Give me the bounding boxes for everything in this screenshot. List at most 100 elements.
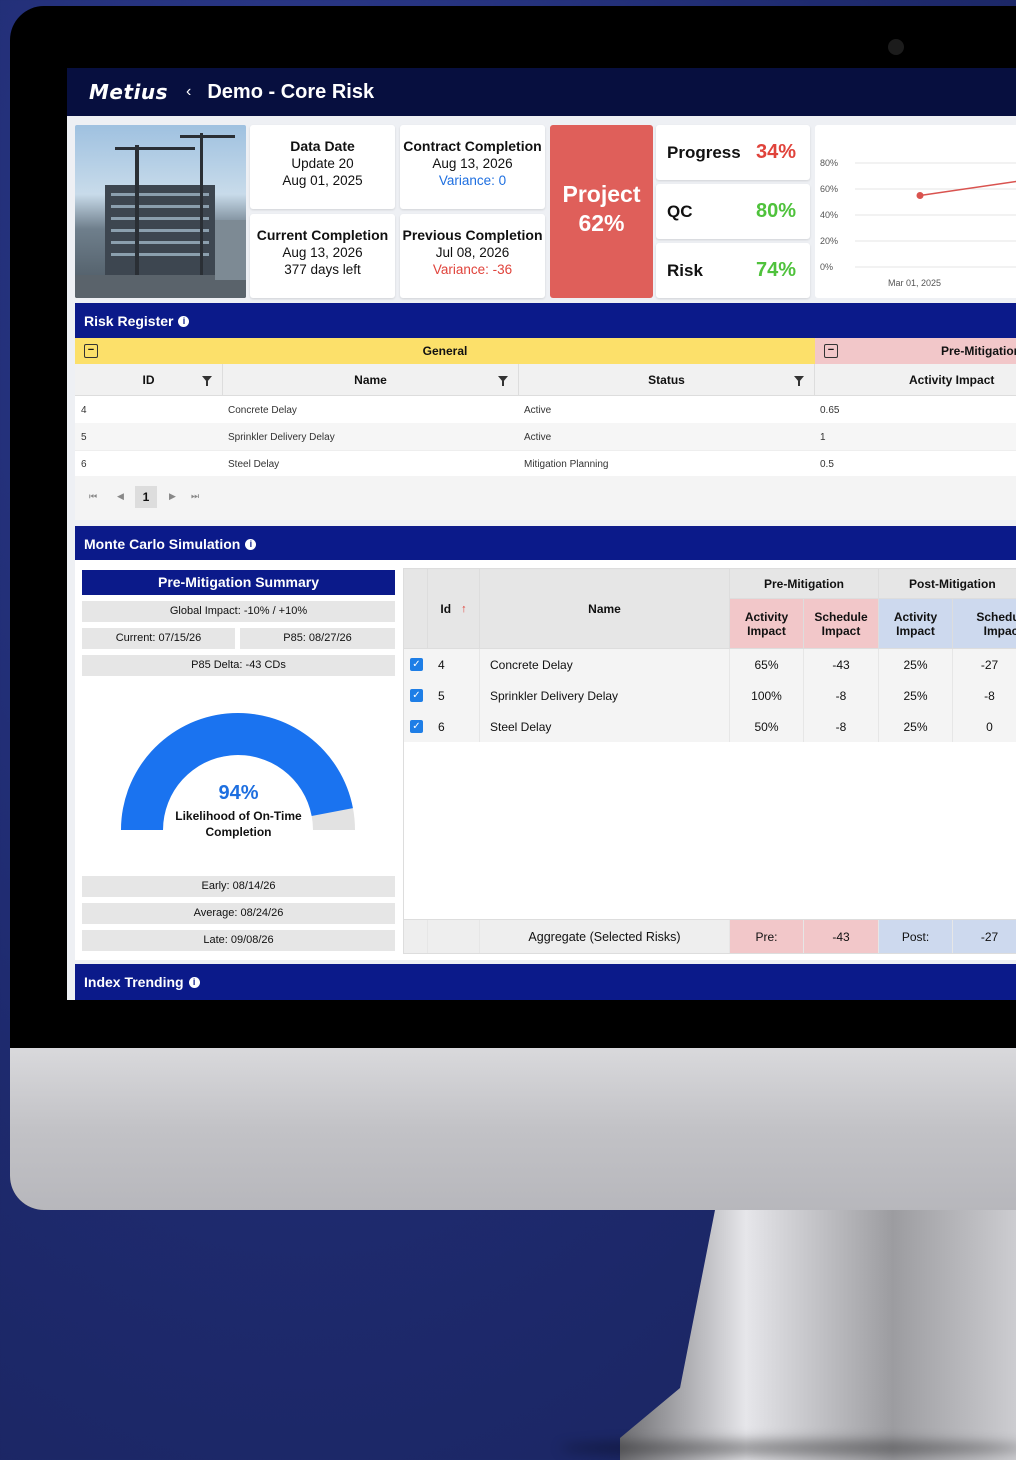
aggregate-pre-value: -43 [804,920,879,953]
current-completion-card: Current Completion Aug 13, 2026 377 days… [250,214,395,298]
cell-status: Mitigation Planning [524,459,609,470]
current-date: Aug 13, 2026 [282,245,363,260]
cell-impact: 0.5 [820,459,834,470]
page-number-button[interactable]: 1 [135,486,157,508]
section-title: Monte Carlo Simulation [84,536,241,552]
cell-pre-schedule: -8 [804,711,879,742]
group-label: Pre-Mitigation [941,344,1016,358]
filter-icon[interactable] [794,376,804,386]
prev-page-icon[interactable]: ◀ [117,491,124,502]
info-icon[interactable]: i [245,538,257,550]
pre-activity-impact-header[interactable]: Activity Impact [730,599,804,649]
column-header-id[interactable]: ID [75,364,223,396]
cell-impact: 1 [820,432,826,443]
aggregate-pre-label: Pre: [730,920,804,953]
column-label: Name [588,601,621,616]
top-nav-bar: Metius ‹ Demo - Core Risk [67,68,1016,116]
data-date-value: Aug 01, 2025 [282,173,363,188]
pre-mitigation-summary: Pre-Mitigation Summary Global Impact: -1… [82,570,395,951]
project-label: Project [562,181,641,207]
card-heading: Current Completion [256,227,389,243]
collapse-icon[interactable]: − [824,344,838,358]
metric-label: QC [667,202,693,221]
column-label: Name [354,372,387,387]
previous-variance: Variance: -36 [432,262,513,277]
column-label: Activity Impact [893,609,938,638]
column-label: Status [648,372,685,387]
cell-name: Steel Delay [480,711,730,742]
cell-name: Sprinkler Delivery Delay [228,432,335,443]
p85-delta-pill: P85 Delta: -43 CDs [82,655,395,676]
pager-bar: ⏮ ◀ 1 ▶ ⏭ [75,476,1016,520]
table-row[interactable]: 6 Steel Delay Mitigation Planning 0.5 [75,450,1016,478]
summary-title: Pre-Mitigation Summary [82,570,395,595]
filter-icon[interactable] [498,376,508,386]
y-tick-label: 20% [820,236,838,246]
cell-id: 5 [428,680,480,711]
column-header-activity-impact[interactable]: Activity Impact [815,364,1016,396]
column-label: Id [440,601,452,616]
aggregate-row: Aggregate (Selected Risks) Pre: -43 Post… [404,919,1016,953]
y-tick-label: 80% [820,158,838,168]
aggregate-post-value: -27 [953,920,1016,953]
checkbox-checked-icon[interactable]: ✓ [410,689,423,702]
column-header-name[interactable]: Name [223,364,519,396]
filter-icon[interactable] [202,376,212,386]
metius-logo[interactable]: Metius [89,80,168,104]
project-percent-card[interactable]: Project 62% [550,125,653,298]
qc-metric[interactable]: QC 80% [656,184,810,239]
table-row[interactable]: ✓ 4 Concrete Delay 65% -43 25% -27 [404,649,1016,680]
series-line [919,180,1016,197]
table-row[interactable]: 4 Concrete Delay Active 0.65 [75,396,1016,424]
column-label: Schedule Impact [814,609,868,638]
risk-impact-table: Id ↑ Name Pre-Mitigation Post-Mitigation… [403,568,1016,954]
contract-completion-card: Contract Completion Aug 13, 2026 Varianc… [400,125,545,209]
group-pre-mitigation: − Pre-Mitigation [815,338,1016,364]
checkbox-checked-icon[interactable]: ✓ [410,720,423,733]
checkbox-checked-icon[interactable]: ✓ [410,658,423,671]
average-date-pill: Average: 08/24/26 [82,903,395,924]
column-header-status[interactable]: Status [519,364,815,396]
cell-post-schedule: 0 [953,711,1016,742]
table-row[interactable]: 5 Sprinkler Delivery Delay Active 1 [75,423,1016,451]
cell-id: 5 [81,432,87,443]
index-trending-header: Index Trending i [75,964,1016,1000]
early-date-pill: Early: 08/14/26 [82,876,395,897]
table-row[interactable]: ✓ 6 Steel Delay 50% -8 25% 0 [404,711,1016,742]
collapse-icon[interactable]: − [84,344,98,358]
cell-post-activity: 25% [879,711,953,742]
progress-metric[interactable]: Progress 34% [656,125,810,180]
global-impact-pill: Global Impact: -10% / +10% [82,601,395,622]
project-value: 62% [578,210,625,236]
risk-metric[interactable]: Risk 74% [656,243,810,298]
section-title: Risk Register [84,313,174,329]
select-column-header [404,569,428,649]
stand-shadow [560,1440,1016,1456]
info-icon[interactable]: i [178,315,190,327]
back-chevron-icon[interactable]: ‹ [186,83,191,101]
cell-post-schedule: -27 [953,649,1016,680]
name-column-header[interactable]: Name [480,569,730,649]
post-activity-impact-header[interactable]: Activity Impact [879,599,953,649]
last-page-icon[interactable]: ⏭ [191,491,199,502]
next-page-icon[interactable]: ▶ [169,491,176,502]
y-tick-label: 40% [820,210,838,220]
post-mitigation-group-header: Post-Mitigation [879,569,1016,599]
column-label: Activity Impact [744,609,789,638]
sort-arrow-icon[interactable]: ↑ [461,603,467,615]
info-icon[interactable]: i [188,976,200,988]
previous-completion-card: Previous Completion Jul 08, 2026 Varianc… [400,214,545,298]
post-schedule-impact-header[interactable]: Schedule Impact [953,599,1016,649]
pre-schedule-impact-header[interactable]: Schedule Impact [804,599,879,649]
table-row[interactable]: ✓ 5 Sprinkler Delivery Delay 100% -8 25%… [404,680,1016,711]
webcam-dot [888,39,904,55]
project-photo [75,125,246,298]
id-column-header[interactable]: Id ↑ [428,569,480,649]
metric-value: 34% [755,141,796,163]
monitor-stand [620,1210,1016,1460]
cell-pre-activity: 100% [730,680,804,711]
first-page-icon[interactable]: ⏮ [89,491,97,502]
late-date-pill: Late: 09/08/26 [82,930,395,951]
card-heading: Data Date [290,138,355,154]
data-point[interactable] [916,192,924,199]
